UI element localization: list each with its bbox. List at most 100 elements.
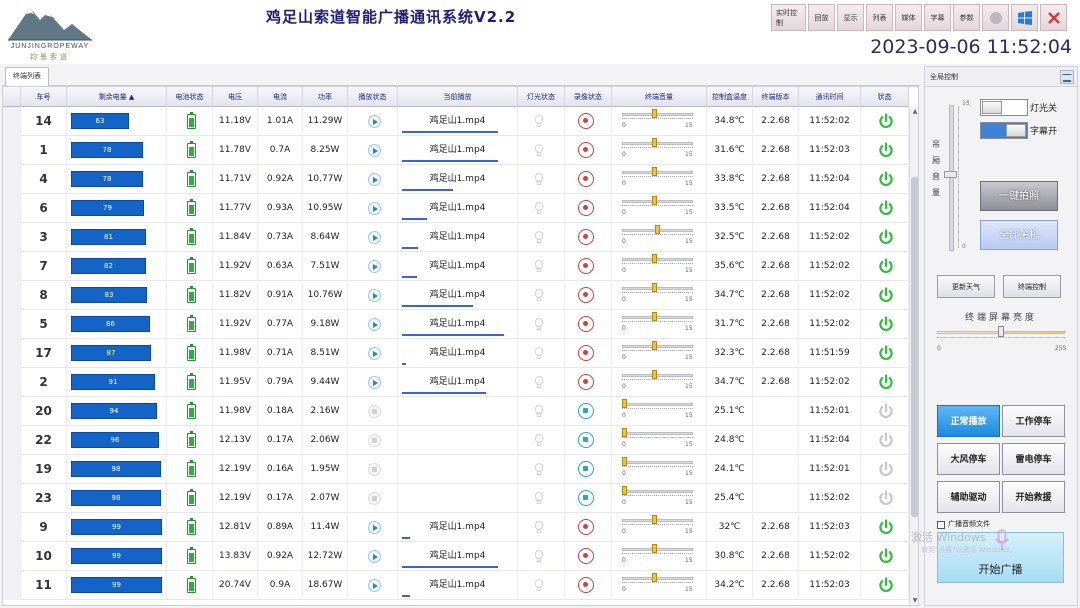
- power-status-cell[interactable]: [861, 136, 909, 165]
- master-volume-thumb[interactable]: [944, 171, 957, 178]
- row-selector[interactable]: [3, 223, 21, 252]
- power-status-cell[interactable]: [861, 484, 909, 513]
- play-status-cell[interactable]: [348, 368, 398, 397]
- play-status-cell[interactable]: [348, 281, 398, 310]
- table-row[interactable]: 3 81 11.84V 0.73A 8.64W 鸡足山1.mp4 0 15 32.5℃ 2.2.6…: [3, 223, 909, 252]
- row-selector[interactable]: [3, 165, 21, 194]
- terminal-volume-slider[interactable]: [622, 142, 693, 145]
- realtime-control-button[interactable]: 实时控制: [771, 4, 806, 31]
- table-row[interactable]: 17 87 11.98V 0.71A 8.51W 鸡足山1.mp4 0 15 32.3℃ 2.2.…: [3, 339, 909, 368]
- column-header[interactable]: 控制盒温度: [707, 87, 753, 107]
- terminal-volume-thumb[interactable]: [652, 167, 657, 176]
- terminal-volume-thumb[interactable]: [622, 428, 627, 437]
- broadcast-audio-checkbox[interactable]: [937, 521, 945, 529]
- play-icon[interactable]: [368, 347, 381, 360]
- power-icon[interactable]: [878, 345, 894, 361]
- table-row[interactable]: 5 86 11.92V 0.77A 9.18W 鸡足山1.mp4 0 15 31.7℃ 2.2.6…: [3, 310, 909, 339]
- play-icon[interactable]: [368, 173, 381, 186]
- mode-thunder-stop-button[interactable]: 雷电停车: [1002, 443, 1065, 475]
- power-icon[interactable]: [878, 548, 894, 564]
- record-icon[interactable]: [578, 316, 594, 332]
- column-header[interactable]: 剩余电量 ▲: [67, 87, 167, 107]
- power-status-cell[interactable]: [861, 165, 909, 194]
- mode-work-stop-button[interactable]: 工作停车: [1002, 405, 1065, 437]
- column-header[interactable]: 当前播放: [398, 87, 518, 107]
- play-icon[interactable]: [368, 376, 381, 389]
- play-status-cell[interactable]: [348, 455, 398, 484]
- play-icon[interactable]: [368, 521, 381, 534]
- terminal-volume-cell[interactable]: 0 15: [612, 455, 707, 484]
- table-row[interactable]: 19 98 12.19V 0.16A 1.95W 0 15 24.1℃ 11:52:01: [3, 455, 909, 484]
- row-selector[interactable]: [3, 426, 21, 455]
- terminal-volume-slider[interactable]: [622, 519, 693, 522]
- column-header[interactable]: 状态: [861, 87, 909, 107]
- stopped-icon[interactable]: [368, 463, 381, 476]
- row-selector[interactable]: [3, 252, 21, 281]
- mode-aux-drive-button[interactable]: 辅助驱动: [937, 481, 1000, 513]
- table-row[interactable]: 4 78 11.71V 0.92A 10.77W 鸡足山1.mp4 0 15 33.8℃ 2.2.…: [3, 165, 909, 194]
- terminal-volume-slider[interactable]: [622, 287, 693, 290]
- row-selector[interactable]: [3, 397, 21, 426]
- power-status-cell[interactable]: [861, 455, 909, 484]
- record-stopped-icon[interactable]: [578, 490, 594, 506]
- row-selector[interactable]: [3, 281, 21, 310]
- record-icon[interactable]: [578, 142, 594, 158]
- terminal-volume-thumb[interactable]: [622, 399, 627, 408]
- play-icon[interactable]: [368, 550, 381, 563]
- play-status-cell[interactable]: [348, 310, 398, 339]
- record-status-cell[interactable]: [565, 455, 612, 484]
- record-status-cell[interactable]: [565, 165, 612, 194]
- all-off-button[interactable]: 全部关机: [980, 220, 1058, 250]
- column-header[interactable]: 功率: [303, 87, 348, 107]
- terminal-volume-slider[interactable]: [622, 432, 693, 435]
- terminal-volume-thumb[interactable]: [652, 573, 657, 582]
- display-button[interactable]: 显示: [837, 4, 864, 31]
- record-status-cell[interactable]: [565, 513, 612, 542]
- play-icon[interactable]: [368, 318, 381, 331]
- column-header[interactable]: 播放状态: [348, 87, 398, 107]
- scrollbar-thumb[interactable]: [911, 177, 918, 517]
- power-icon[interactable]: [878, 287, 894, 303]
- terminal-volume-thumb[interactable]: [652, 544, 657, 553]
- terminal-volume-slider[interactable]: [622, 200, 693, 203]
- record-status-cell[interactable]: [565, 223, 612, 252]
- terminal-volume-thumb[interactable]: [655, 225, 660, 234]
- snapshot-button[interactable]: 一键拍照: [980, 181, 1058, 211]
- power-status-cell[interactable]: [861, 281, 909, 310]
- terminal-volume-cell[interactable]: 0 15: [612, 223, 707, 252]
- master-volume-slider[interactable]: [949, 105, 954, 251]
- row-selector[interactable]: [3, 455, 21, 484]
- table-row[interactable]: 14 63 11.18V 1.01A 11.29W 鸡足山1.mp4 0 15 34.8℃ 2.2…: [3, 107, 909, 136]
- terminal-volume-slider[interactable]: [622, 316, 693, 319]
- power-status-cell[interactable]: [861, 542, 909, 571]
- power-icon[interactable]: [878, 142, 894, 158]
- panel-menu-icon[interactable]: [1060, 70, 1074, 84]
- power-status-cell[interactable]: [861, 571, 909, 600]
- table-row[interactable]: 8 83 11.82V 0.91A 10.76W 鸡足山1.mp4 0 15 34.7℃ 2.2.…: [3, 281, 909, 310]
- table-row[interactable]: 11 99 20.74V 0.9A 18.67W 鸡足山1.mp4 0 15 34.2℃ 2.2.…: [3, 571, 909, 600]
- row-selector[interactable]: [3, 310, 21, 339]
- terminal-volume-cell[interactable]: 0 15: [612, 136, 707, 165]
- play-status-cell[interactable]: [348, 397, 398, 426]
- power-status-cell[interactable]: [861, 339, 909, 368]
- terminal-volume-slider[interactable]: [622, 345, 693, 348]
- power-status-cell[interactable]: [861, 194, 909, 223]
- play-status-cell[interactable]: [348, 107, 398, 136]
- terminal-volume-thumb[interactable]: [652, 341, 657, 350]
- record-icon[interactable]: [578, 374, 594, 390]
- terminal-volume-slider[interactable]: [622, 374, 693, 377]
- table-row[interactable]: 7 82 11.92V 0.63A 7.51W 鸡足山1.mp4 0 15 35.6℃ 2.2.6…: [3, 252, 909, 281]
- record-stopped-icon[interactable]: [578, 403, 594, 419]
- record-icon[interactable]: [578, 287, 594, 303]
- play-status-cell[interactable]: [348, 426, 398, 455]
- terminal-volume-cell[interactable]: 0 15: [612, 281, 707, 310]
- record-status-cell[interactable]: [565, 281, 612, 310]
- record-icon[interactable]: [578, 345, 594, 361]
- terminal-volume-cell[interactable]: 0 15: [612, 339, 707, 368]
- play-status-cell[interactable]: [348, 339, 398, 368]
- row-selector[interactable]: [3, 571, 21, 600]
- record-stopped-icon[interactable]: [578, 461, 594, 477]
- column-header[interactable]: 灯光状态: [518, 87, 565, 107]
- brightness-thumb[interactable]: [998, 326, 1004, 337]
- close-button[interactable]: [1040, 4, 1067, 31]
